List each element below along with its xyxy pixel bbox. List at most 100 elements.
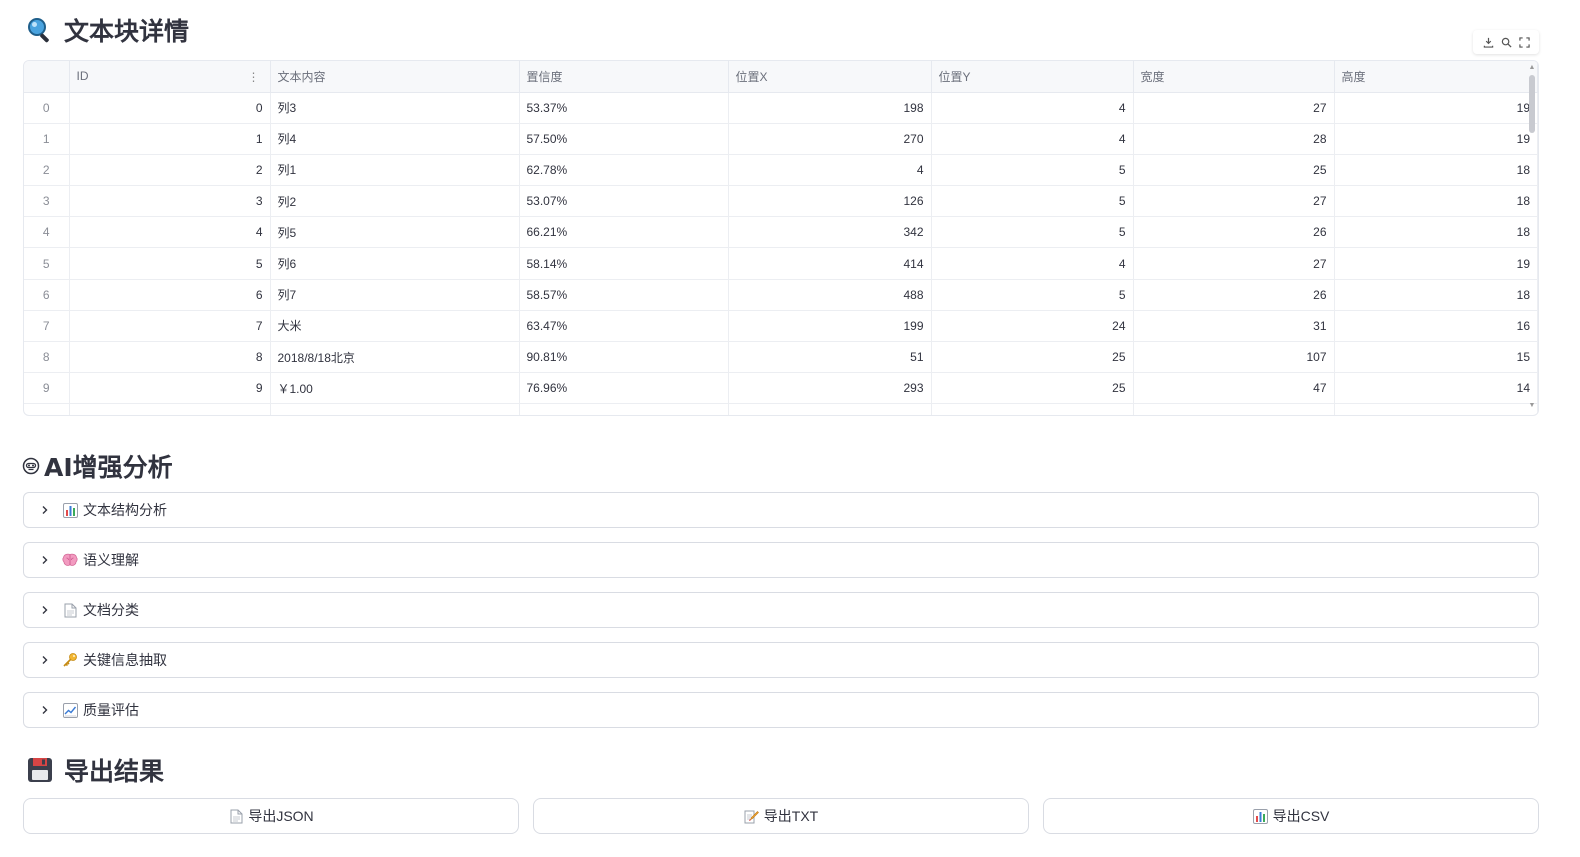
- cell-x[interactable]: 51: [728, 341, 932, 374]
- cell-id[interactable]: 9: [69, 372, 271, 405]
- cell-id[interactable]: 8: [69, 341, 271, 374]
- scroll-down-icon[interactable]: ▼: [1528, 402, 1536, 409]
- cell-height[interactable]: 18: [1334, 154, 1538, 187]
- cell-x[interactable]: 270: [728, 123, 932, 155]
- cell-height[interactable]: 18: [1334, 279, 1538, 311]
- cell-confidence[interactable]: 57.50%: [519, 123, 729, 155]
- column-header-y[interactable]: 位置Y: [931, 61, 1134, 93]
- cell-y[interactable]: 5: [931, 216, 1134, 249]
- search-icon[interactable]: [1499, 35, 1513, 49]
- table-scrollbar[interactable]: ▲ ▼: [1528, 64, 1536, 409]
- export-json-button[interactable]: 导出JSON: [23, 798, 519, 834]
- cell-text[interactable]: 列7: [270, 279, 520, 311]
- cell-y[interactable]: 5: [931, 279, 1134, 311]
- cell-height[interactable]: 18: [1334, 185, 1538, 218]
- cell-confidence[interactable]: 62.78%: [519, 154, 729, 187]
- column-header-confidence[interactable]: 置信度: [519, 61, 729, 93]
- cell-width[interactable]: 25: [1133, 154, 1335, 187]
- column-header-width[interactable]: 宽度: [1133, 61, 1335, 93]
- cell-width[interactable]: 27: [1133, 247, 1335, 280]
- cell-height[interactable]: 15: [1334, 341, 1538, 374]
- cell-id[interactable]: 3: [69, 185, 271, 218]
- cell-x[interactable]: 414: [728, 247, 932, 280]
- expander-document[interactable]: 文档分类: [23, 592, 1539, 628]
- cell-width[interactable]: 31: [1133, 310, 1335, 343]
- cell-text[interactable]: 大米: [270, 310, 520, 343]
- cell-width[interactable]: 28: [1133, 123, 1335, 155]
- cell-confidence[interactable]: 58.57%: [519, 279, 729, 311]
- cell-y[interactable]: 4: [931, 247, 1134, 280]
- cell-text[interactable]: 列1: [270, 154, 520, 187]
- scroll-up-icon[interactable]: ▲: [1528, 64, 1536, 71]
- cell-text[interactable]: 列6: [270, 247, 520, 280]
- text-blocks-table[interactable]: ID ⋮ 文本内容 置信度 位置X 位置Y 宽度 高度 0 0 列3 53.37% 198…: [23, 60, 1539, 416]
- table-row[interactable]: 1 1 列4 57.50% 270 4 28 19: [24, 123, 1538, 155]
- cell-confidence[interactable]: 63.47%: [519, 310, 729, 343]
- cell-x[interactable]: 198: [728, 92, 932, 124]
- cell-x[interactable]: 293: [728, 372, 932, 405]
- cell-height[interactable]: 19: [1334, 92, 1538, 124]
- column-header-x[interactable]: 位置X: [728, 61, 932, 93]
- cell-confidence[interactable]: 53.37%: [519, 92, 729, 124]
- table-row[interactable]: 4 4 列5 66.21% 342 5 26 18: [24, 216, 1538, 249]
- table-row[interactable]: 0 0 列3 53.37% 198 4 27 19: [24, 92, 1538, 124]
- cell-x[interactable]: 4: [728, 154, 932, 187]
- expander-trend-chart[interactable]: 质量评估: [23, 692, 1539, 728]
- cell-y[interactable]: 25: [931, 372, 1134, 405]
- export-txt-button[interactable]: 导出TXT: [533, 798, 1029, 834]
- column-header-id[interactable]: ID ⋮: [69, 61, 271, 93]
- cell-height[interactable]: 19: [1334, 247, 1538, 280]
- cell-id[interactable]: 5: [69, 247, 271, 280]
- cell-text[interactable]: 列5: [270, 216, 520, 249]
- cell-height[interactable]: 19: [1334, 123, 1538, 155]
- cell-y[interactable]: 5: [931, 185, 1134, 218]
- cell-id[interactable]: 1: [69, 123, 271, 155]
- cell-id[interactable]: 0: [69, 92, 271, 124]
- table-row[interactable]: 5 5 列6 58.14% 414 4 27 19: [24, 247, 1538, 280]
- cell-x[interactable]: 126: [728, 185, 932, 218]
- cell-width[interactable]: 26: [1133, 279, 1335, 311]
- cell-confidence[interactable]: 76.96%: [519, 372, 729, 405]
- fullscreen-icon[interactable]: [1517, 35, 1531, 49]
- cell-id[interactable]: 4: [69, 216, 271, 249]
- cell-x[interactable]: 342: [728, 216, 932, 249]
- cell-confidence[interactable]: 53.07%: [519, 185, 729, 218]
- cell-id[interactable]: 6: [69, 279, 271, 311]
- cell-y[interactable]: 4: [931, 92, 1134, 124]
- export-csv-button[interactable]: 导出CSV: [1043, 798, 1539, 834]
- cell-confidence[interactable]: 58.14%: [519, 247, 729, 280]
- cell-x[interactable]: 199: [728, 310, 932, 343]
- column-header-height[interactable]: 高度: [1334, 61, 1538, 93]
- cell-text[interactable]: 列2: [270, 185, 520, 218]
- scrollbar-thumb[interactable]: [1529, 75, 1535, 133]
- cell-height[interactable]: 16: [1334, 310, 1538, 343]
- cell-width[interactable]: 47: [1133, 372, 1335, 405]
- table-row[interactable]: 6 6 列7 58.57% 488 5 26 18: [24, 279, 1538, 311]
- cell-text[interactable]: 2018/8/18北京: [270, 341, 520, 374]
- cell-text[interactable]: ￥1.00: [270, 372, 520, 405]
- expander-bar-chart[interactable]: 文本结构分析: [23, 492, 1539, 528]
- table-row[interactable]: 2 2 列1 62.78% 4 5 25 18: [24, 154, 1538, 187]
- cell-width[interactable]: 26: [1133, 216, 1335, 249]
- table-row[interactable]: 3 3 列2 53.07% 126 5 27 18: [24, 185, 1538, 218]
- cell-width[interactable]: 107: [1133, 341, 1335, 374]
- cell-y[interactable]: 4: [931, 123, 1134, 155]
- cell-confidence[interactable]: 90.81%: [519, 341, 729, 374]
- table-row[interactable]: 9 9 ￥1.00 76.96% 293 25 47 14: [24, 372, 1538, 405]
- table-row[interactable]: 8 8 2018/8/18北京 90.81% 51 25 107 15: [24, 341, 1538, 374]
- cell-id[interactable]: 2: [69, 154, 271, 187]
- cell-x[interactable]: 488: [728, 279, 932, 311]
- cell-width[interactable]: 27: [1133, 185, 1335, 218]
- column-header-text[interactable]: 文本内容: [270, 61, 520, 93]
- cell-text[interactable]: 列3: [270, 92, 520, 124]
- cell-width[interactable]: 27: [1133, 92, 1335, 124]
- cell-confidence[interactable]: 66.21%: [519, 216, 729, 249]
- column-menu-icon[interactable]: ⋮: [248, 70, 260, 84]
- expander-key[interactable]: 关键信息抽取: [23, 642, 1539, 678]
- cell-height[interactable]: 14: [1334, 372, 1538, 405]
- cell-text[interactable]: 列4: [270, 123, 520, 155]
- cell-id[interactable]: 7: [69, 310, 271, 343]
- expander-brain[interactable]: 语义理解: [23, 542, 1539, 578]
- cell-y[interactable]: 25: [931, 341, 1134, 374]
- cell-y[interactable]: 5: [931, 154, 1134, 187]
